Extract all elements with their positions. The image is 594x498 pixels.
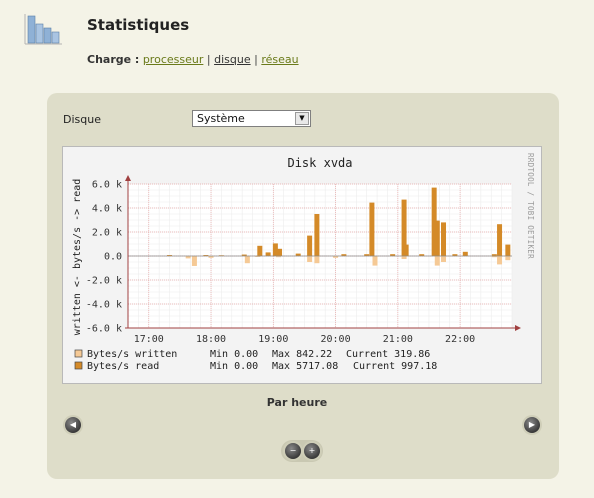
read-bar: [403, 244, 409, 256]
written-bar: [434, 256, 440, 266]
written-bar: [372, 256, 378, 266]
read-bar: [497, 224, 503, 256]
zoom-out-icon[interactable]: −: [285, 443, 301, 459]
written-bar: [314, 256, 320, 264]
legend-max: Max 5717.08: [272, 361, 338, 372]
zoom-in-icon[interactable]: +: [304, 443, 320, 459]
chart-title: Disk xvda: [287, 156, 352, 170]
x-tick-label: 20:00: [321, 334, 351, 345]
y-tick-label: 0.0: [104, 252, 122, 263]
chevron-down-icon[interactable]: ▼: [295, 112, 309, 125]
link-disque[interactable]: disque: [214, 53, 251, 66]
y-tick-label: -6.0 k: [86, 324, 122, 335]
written-bar: [505, 256, 511, 261]
link-processeur[interactable]: processeur: [143, 53, 204, 66]
x-tick-label: 22:00: [445, 334, 475, 345]
y-tick-label: 2.0 k: [92, 228, 122, 239]
read-bar: [257, 245, 263, 256]
legend-swatch: [74, 349, 83, 358]
separator: |: [254, 53, 258, 66]
read-bar: [265, 252, 271, 256]
legend-name: Bytes/s read: [87, 361, 159, 372]
y-tick-label: -2.0 k: [86, 276, 122, 287]
read-bar: [434, 220, 440, 256]
legend-min: Min 0.00: [210, 349, 258, 360]
next-arrow-icon[interactable]: ▶: [524, 417, 540, 433]
read-bar: [307, 235, 313, 256]
disk-graph: 6.0 k 4.0 k 2.0 k 0.0 -2.0 k -4.0 k -6.0 k 17:0…: [62, 146, 542, 384]
written-bar: [401, 256, 407, 259]
legend-swatch: [74, 361, 83, 370]
disk-select-value: Système: [197, 112, 245, 125]
written-bar: [307, 256, 313, 262]
previous-arrow-icon[interactable]: ◀: [65, 417, 81, 433]
written-bar: [191, 256, 197, 266]
rrdtool-credit: RRDTOOL / TOBI OETIKER: [526, 153, 535, 259]
x-axis-arrow-icon: [515, 325, 521, 331]
y-tick-label: 6.0 k: [92, 180, 122, 191]
period-caption: Par heure: [266, 396, 328, 409]
read-bar: [462, 251, 468, 256]
read-bar: [441, 222, 447, 256]
page-title: Statistiques: [87, 16, 190, 34]
read-bar: [314, 214, 320, 256]
y-tick-label: 4.0 k: [92, 204, 122, 215]
legend-max: Max 842.22: [272, 349, 332, 360]
y-axis-arrow-icon: [125, 175, 131, 181]
separator: |: [206, 53, 211, 66]
x-tick-label: 17:00: [134, 334, 164, 345]
x-tick-label: 19:00: [258, 334, 288, 345]
disk-label: Disque: [63, 113, 101, 126]
read-bar: [277, 248, 283, 256]
read-bar: [505, 244, 511, 256]
written-bar: [244, 256, 250, 264]
y-axis-label: written <- bytes/s -> read: [72, 179, 83, 336]
disk-select[interactable]: Système ▼: [192, 110, 311, 127]
written-bar: [441, 256, 447, 262]
charge-label: Charge :: [87, 53, 140, 66]
link-reseau[interactable]: réseau: [261, 53, 298, 66]
x-tick-label: 18:00: [196, 334, 226, 345]
legend-min: Min 0.00: [210, 361, 258, 372]
disk-chart: 6.0 k 4.0 k 2.0 k 0.0 -2.0 k -4.0 k -6.0 k 17:0…: [72, 153, 535, 372]
x-tick-label: 21:00: [383, 334, 413, 345]
legend-current: Current 319.86: [346, 349, 430, 360]
y-tick-label: -4.0 k: [86, 300, 122, 311]
statistics-logo-icon: [24, 14, 62, 45]
zoom-controls: − +: [281, 440, 323, 462]
written-bar: [497, 256, 503, 265]
legend-current: Current 997.18: [353, 361, 437, 372]
read-bar: [369, 202, 375, 256]
charge-nav: Charge : processeur | disque | réseau: [87, 53, 299, 66]
legend-name: Bytes/s written: [87, 349, 177, 360]
